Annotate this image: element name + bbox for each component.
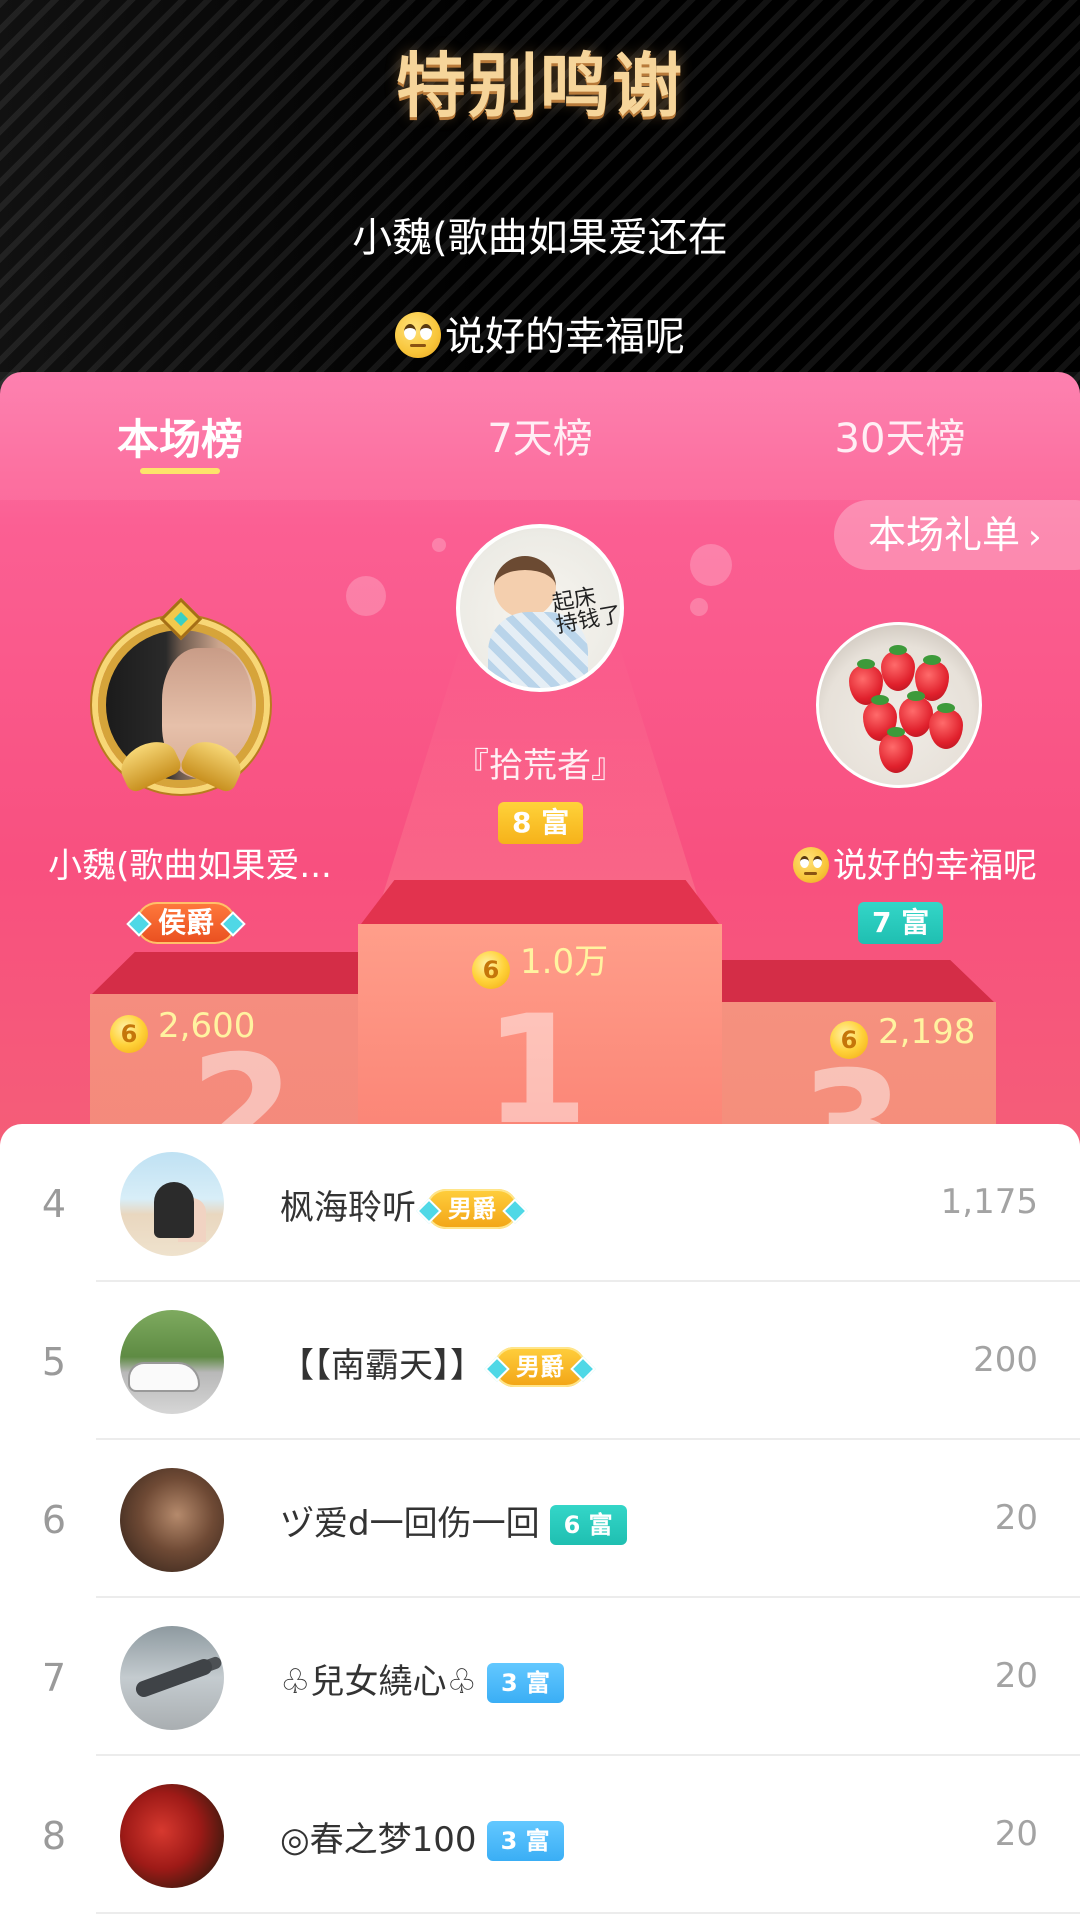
car-avatar[interactable] <box>120 1310 224 1414</box>
top2-badge: 侯爵 <box>136 902 237 944</box>
coin-icon: 6 <box>110 1015 148 1053</box>
avatar-caption: 起床 持钱了 <box>550 584 624 639</box>
top2-name[interactable]: 小魏(歌曲如果爱... <box>20 838 360 887</box>
rose-avatar[interactable] <box>120 1784 224 1888</box>
list-item[interactable]: 6 ヅ爱d一回伤一回 6 富 20 <box>0 1440 1080 1598</box>
coin-icon: 6 <box>830 1021 868 1059</box>
ranking-list: 4 枫海聆听 男爵 1,175 5 【【南霸天】】 男爵 200 6 ヅ爱d一回伤一… <box>0 1124 1080 1920</box>
banner-title: 特别鸣谢 <box>396 45 684 127</box>
list-item[interactable]: 4 枫海聆听 男爵 1,175 <box>0 1124 1080 1282</box>
wealth-badge: 3 富 <box>486 1821 564 1861</box>
thanks-banner: 特别鸣谢 小魏(歌曲如果爱还在 说好的幸福呢 <box>0 0 1080 400</box>
chevron-right-icon: › <box>1028 517 1042 557</box>
wealth-badge: 3 富 <box>486 1663 565 1703</box>
noble-badge: 男爵 <box>426 1189 518 1229</box>
podium-2-top <box>90 952 370 996</box>
rank-number: 4 <box>41 1182 67 1226</box>
rank-number: 6 <box>41 1498 67 1542</box>
tab-7-days[interactable]: 7天榜 <box>390 406 690 464</box>
noble-badge: 男爵 <box>494 1347 586 1387</box>
podium-3-top <box>710 960 996 1004</box>
list-item[interactable]: 7 ♧兒女繞心♧ 3 富 20 <box>0 1598 1080 1756</box>
decor-bubble <box>432 538 446 552</box>
man-smoking-avatar[interactable] <box>120 1468 224 1572</box>
list-item[interactable]: 8 ◎春之梦100 3 富 20 <box>0 1756 1080 1914</box>
gift-list-button[interactable]: 本场礼单 › <box>834 500 1080 570</box>
score: 1,175 <box>940 1182 1038 1222</box>
list-item[interactable]: 5 【【南霸天】】 男爵 200 <box>0 1282 1080 1440</box>
strawberries-avatar[interactable] <box>816 622 982 788</box>
top2-score: 6 2,600 <box>110 1006 255 1053</box>
leaderboard-screen: 特别鸣谢 小魏(歌曲如果爱还在 说好的幸福呢 本场榜 7天榜 30天榜 本场礼单… <box>0 0 1080 1920</box>
rank-number: 5 <box>41 1340 67 1384</box>
top1-score: 6 1.0万 <box>472 934 608 989</box>
eye-roll-emoji-icon <box>793 847 829 883</box>
wealth-badge: 6 富 <box>549 1505 627 1545</box>
rank-number: 7 <box>41 1656 67 1700</box>
rank-number: 8 <box>41 1814 67 1858</box>
fighter-jet-avatar[interactable] <box>120 1626 224 1730</box>
top1-name[interactable]: 『拾荒者』 <box>340 738 740 787</box>
user-name: ◎春之梦100 3 富 <box>280 1812 564 1861</box>
active-tab-indicator <box>140 468 220 474</box>
score: 20 <box>994 1814 1038 1854</box>
tab-this-session[interactable]: 本场榜 <box>30 406 330 467</box>
top3-name[interactable]: 说好的幸福呢 <box>750 838 1080 887</box>
couple-beach-avatar[interactable] <box>120 1152 224 1256</box>
score: 20 <box>994 1656 1038 1696</box>
decor-bubble <box>690 544 732 586</box>
ranking-tabs: 本场榜 7天榜 30天榜 <box>0 372 1080 500</box>
thanks-line-2: 说好的幸福呢 <box>0 312 1080 361</box>
top3-score: 6 2,198 <box>830 1012 975 1059</box>
eye-roll-emoji-icon <box>395 312 441 358</box>
decor-bubble <box>346 576 386 616</box>
thanks-line-1: 小魏(歌曲如果爱还在 <box>352 215 728 261</box>
user-name: 【【南霸天】】 男爵 <box>280 1338 586 1387</box>
baby-avatar[interactable]: 起床 持钱了 <box>456 524 624 692</box>
coin-icon: 6 <box>472 951 510 989</box>
user-name: ヅ爱d一回伤一回 6 富 <box>280 1496 627 1545</box>
decor-bubble <box>690 598 708 616</box>
user-name: 枫海聆听 男爵 <box>280 1180 518 1229</box>
top3-badge: 7 富 <box>858 902 944 944</box>
top1-badge: 8 富 <box>498 802 584 844</box>
divider <box>96 1912 1080 1914</box>
score: 20 <box>994 1498 1038 1538</box>
tab-30-days[interactable]: 30天榜 <box>750 406 1050 464</box>
score: 200 <box>973 1340 1038 1380</box>
podium-1-top <box>358 880 722 928</box>
user-name: ♧兒女繞心♧ 3 富 <box>280 1654 565 1703</box>
